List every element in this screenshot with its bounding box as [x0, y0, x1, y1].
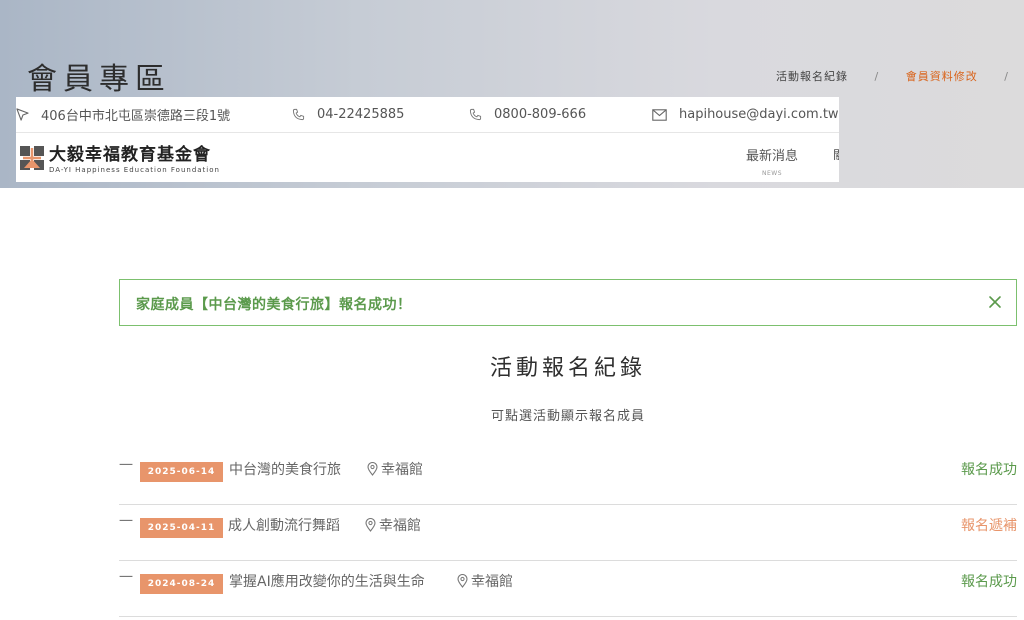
- nav-item-sublabel: NEWS: [761, 170, 783, 177]
- status-label: 報名遞補: [961, 518, 1017, 534]
- record-row[interactable]: 一 2024-08-24 掌握AI應用改變你的生活與生命 幸福館 報名成功: [119, 561, 1017, 617]
- record-row[interactable]: 一 2025-06-14 中台灣的美食行旅 幸福館 報名成功: [119, 449, 1017, 505]
- event-title: 中台灣的美食行旅: [229, 462, 341, 478]
- breadcrumb-separator: /: [874, 70, 880, 83]
- brand-name-en: DA-YI Happiness Education Foundation: [49, 166, 220, 174]
- date-badge: 2024-08-24: [140, 574, 223, 594]
- date-badge: 2025-04-11: [140, 518, 223, 538]
- tollfree-text: 0800-809-666: [494, 107, 587, 122]
- envelope-icon: [652, 108, 667, 121]
- row-dash: 一: [119, 570, 133, 586]
- phone-text: 04-22425885: [317, 107, 405, 122]
- location-label: 幸福館: [471, 574, 513, 590]
- section-title: 活動報名紀錄: [489, 356, 646, 381]
- nav-item-news[interactable]: 最新消息 NEWS: [746, 145, 798, 177]
- breadcrumb-item-profile[interactable]: 會員資料修改: [906, 70, 978, 83]
- location-label: 幸福館: [379, 518, 421, 534]
- row-dash: 一: [119, 514, 133, 530]
- event-location: 幸福館: [457, 571, 513, 591]
- page-title: 會員專區: [27, 62, 171, 97]
- brand-name-cn: 大毅幸福教育基金會: [49, 145, 211, 165]
- date-badge: 2025-06-14: [140, 462, 223, 482]
- email-text: hapihouse@dayi.com.tw: [679, 107, 839, 122]
- status-label: 報名成功: [961, 574, 1017, 590]
- contact-bar: 406台中市北屯區崇德路三段1號 04-22425885 0800-809-66…: [16, 97, 839, 133]
- map-pin-icon: [367, 462, 378, 476]
- nav-item-label: 最新消息: [746, 149, 799, 164]
- tollfree-item[interactable]: 0800-809-666: [469, 97, 586, 132]
- map-pin-icon: [457, 574, 468, 588]
- nav-item-next[interactable]: 關: [833, 145, 839, 160]
- breadcrumb-separator: /: [1004, 70, 1009, 83]
- map-pin-icon: [365, 518, 376, 532]
- row-dash: 一: [119, 458, 133, 474]
- success-alert: 家庭成員【中台灣的美食行旅】報名成功！: [119, 279, 1017, 326]
- address-item[interactable]: 406台中市北屯區崇德路三段1號: [16, 97, 230, 132]
- breadcrumb: 活動報名紀錄 / 會員資料修改 /: [776, 68, 1024, 84]
- close-icon[interactable]: [986, 293, 1004, 311]
- breadcrumb-item-records[interactable]: 活動報名紀錄: [776, 70, 848, 83]
- email-item[interactable]: hapihouse@dayi.com.tw: [652, 97, 839, 132]
- site-logo[interactable]: 大毅幸福教育基金會 DA-YI Happiness Education Foun…: [20, 146, 220, 175]
- location-label: 幸福館: [381, 462, 423, 478]
- section-subtitle: 可點選活動顯示報名成員: [490, 409, 645, 424]
- foundation-logo-icon: [20, 146, 44, 170]
- alert-message: 家庭成員【中台灣的美食行旅】報名成功！: [136, 297, 412, 313]
- phone-icon: [469, 108, 482, 121]
- event-title: 成人創動流行舞蹈: [228, 518, 340, 534]
- record-row[interactable]: 一 2025-04-11 成人創動流行舞蹈 幸福館 報名遞補: [119, 505, 1017, 561]
- main-navbar: 大毅幸福教育基金會 DA-YI Happiness Education Foun…: [16, 133, 839, 182]
- event-location: 幸福館: [365, 515, 421, 535]
- address-text: 406台中市北屯區崇德路三段1號: [41, 109, 231, 124]
- phone-item[interactable]: 04-22425885: [292, 97, 404, 132]
- status-label: 報名成功: [961, 462, 1017, 478]
- nav-item-label: 關: [833, 149, 839, 160]
- event-location: 幸福館: [367, 459, 423, 479]
- event-title: 掌握AI應用改變你的生活與生命: [229, 574, 425, 590]
- phone-icon: [292, 108, 305, 121]
- location-arrow-icon: [16, 108, 29, 121]
